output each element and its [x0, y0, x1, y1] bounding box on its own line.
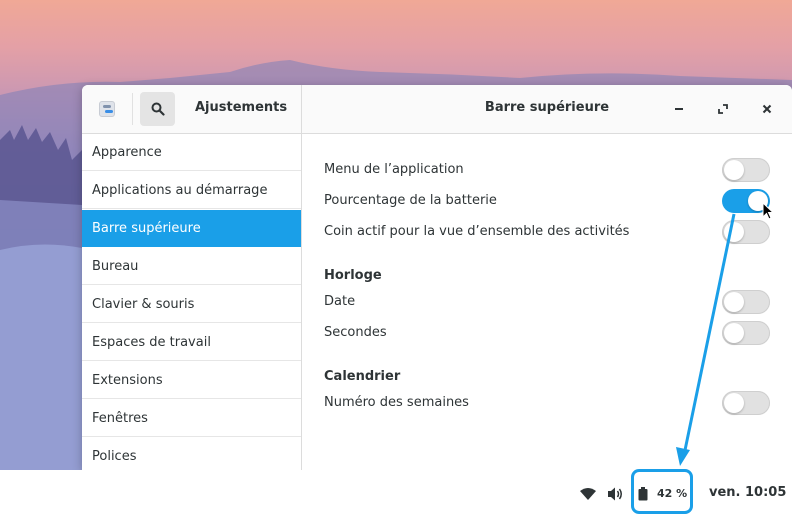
sidebar-item-startup-applications[interactable]: Applications au démarrage [82, 172, 301, 209]
tweaks-icon [99, 101, 115, 117]
battery-highlight-box [631, 469, 693, 514]
sidebar-item-desktop[interactable]: Bureau [82, 248, 301, 285]
sidebar-item-windows[interactable]: Fenêtres [82, 400, 301, 437]
minimize-icon [675, 108, 683, 110]
close-icon [762, 104, 772, 114]
volume-button[interactable] [607, 486, 625, 502]
seconds-label: Secondes [324, 325, 387, 340]
maximize-icon [718, 104, 728, 114]
search-icon [151, 102, 165, 116]
volume-icon [608, 487, 622, 501]
switch-knob [724, 393, 744, 413]
sidebar-item-apparence[interactable]: Apparence [82, 134, 301, 171]
tweaks-window: Ajustements Barre supérieure Apparence A… [82, 85, 792, 470]
switch-knob [724, 292, 744, 312]
week-numbers-switch[interactable] [722, 391, 770, 415]
network-button[interactable] [579, 486, 597, 502]
header-separator [132, 93, 133, 125]
sidebar-item-extensions[interactable]: Extensions [82, 362, 301, 399]
switch-knob [724, 222, 744, 242]
calendar-section-heading: Calendrier [324, 369, 401, 384]
search-button[interactable] [140, 92, 175, 126]
maximize-button[interactable] [713, 99, 733, 119]
date-label: Date [324, 294, 356, 309]
date-switch[interactable] [722, 290, 770, 314]
settings-panel: Menu de l’application Pourcentage de la … [302, 134, 792, 470]
hot-corner-switch[interactable] [722, 220, 770, 244]
switch-knob [724, 323, 744, 343]
app-title: Ajustements [195, 100, 288, 115]
hot-corner-label: Coin actif pour la vue d’ensemble des ac… [324, 224, 630, 239]
switch-knob [724, 160, 744, 180]
clock-section-heading: Horloge [324, 268, 382, 283]
app-menu-switch[interactable] [722, 158, 770, 182]
header-bar: Ajustements Barre supérieure [82, 85, 792, 134]
clock[interactable]: ven. 10:05 [709, 485, 786, 500]
sidebar-item-workspaces[interactable]: Espaces de travail [82, 324, 301, 361]
minimize-button[interactable] [669, 99, 689, 119]
switch-knob [748, 191, 768, 211]
seconds-switch[interactable] [722, 321, 770, 345]
close-button[interactable] [757, 99, 777, 119]
sidebar: Apparence Applications au démarrage Barr… [82, 134, 302, 470]
sidebar-item-top-bar[interactable]: Barre supérieure [82, 210, 301, 247]
app-menu-label: Menu de l’application [324, 162, 464, 177]
sidebar-item-fonts[interactable]: Polices [82, 438, 301, 470]
week-numbers-label: Numéro des semaines [324, 395, 469, 410]
wifi-icon [580, 488, 596, 500]
sidebar-item-keyboard-mouse[interactable]: Clavier & souris [82, 286, 301, 323]
battery-percentage-label: Pourcentage de la batterie [324, 193, 497, 208]
battery-percentage-switch[interactable] [722, 189, 770, 213]
